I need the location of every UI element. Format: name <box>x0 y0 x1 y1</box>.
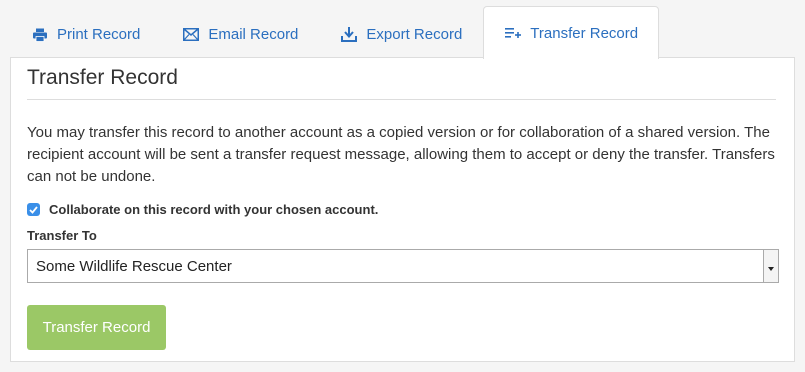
transfer-record-page: Print Record Email Record Export Record … <box>0 0 805 372</box>
tab-email-record-label: Email Record <box>208 26 299 43</box>
tab-print-record-label: Print Record <box>57 26 141 43</box>
tab-transfer-record-label: Transfer Record <box>530 24 639 42</box>
printer-icon <box>31 26 49 44</box>
tab-transfer-record[interactable]: Transfer Record <box>483 6 660 59</box>
select-arrow-icon[interactable] <box>763 250 778 282</box>
envelope-icon <box>182 26 200 44</box>
transfer-description: You may transfer this record to another … <box>27 124 775 185</box>
record-tabs: Print Record Email Record Export Record … <box>10 6 660 59</box>
transfer-to-select[interactable]: Some Wildlife Rescue Center <box>27 249 779 283</box>
transfer-to-selected-value: Some Wildlife Rescue Center <box>36 257 232 275</box>
tab-print-record[interactable]: Print Record <box>10 10 161 58</box>
checkmark-icon <box>29 205 38 214</box>
panel-title: Transfer Record <box>27 66 776 100</box>
collaborate-checkbox[interactable] <box>27 203 40 216</box>
transfer-to-label: Transfer To <box>27 228 97 243</box>
transfer-record-button[interactable]: Transfer Record <box>27 305 166 350</box>
tab-export-record[interactable]: Export Record <box>319 10 483 58</box>
collaborate-option[interactable]: Collaborate on this record with your cho… <box>27 202 378 217</box>
tab-email-record[interactable]: Email Record <box>161 10 319 58</box>
transfer-record-panel: Transfer Record You may transfer this re… <box>10 57 795 362</box>
collaborate-checkbox-label: Collaborate on this record with your cho… <box>49 202 379 217</box>
download-icon <box>340 26 358 44</box>
tab-export-record-label: Export Record <box>366 26 463 43</box>
transfer-list-icon <box>504 24 522 42</box>
